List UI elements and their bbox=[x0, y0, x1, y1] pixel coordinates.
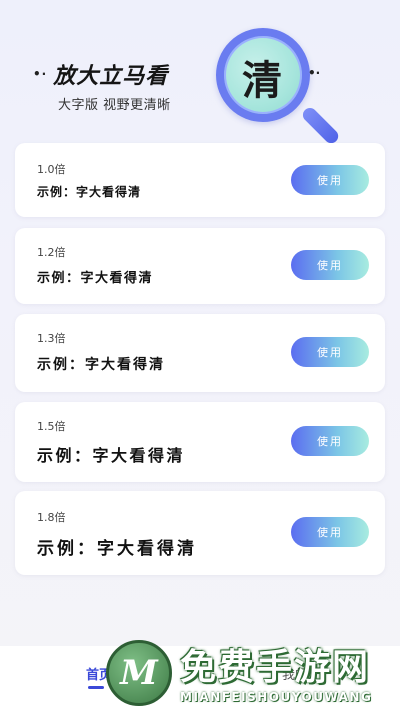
page-subtitle: 大字版 视野更清晰 bbox=[58, 98, 171, 113]
decoration-dots-right-icon: •· bbox=[308, 66, 321, 80]
scale-option-card: 1.8倍 示例：字大看得清 使用 bbox=[15, 491, 385, 575]
tab-active-indicator bbox=[88, 686, 104, 689]
watermark-logo-icon: M bbox=[106, 640, 172, 706]
use-button[interactable]: 使用 bbox=[291, 250, 369, 280]
scale-label: 1.0倍 bbox=[37, 163, 66, 176]
use-button[interactable]: 使用 bbox=[291, 337, 369, 367]
watermark-subtext: MIANFEISHOUYOUWANG bbox=[180, 690, 373, 704]
scale-option-card: 1.0倍 示例：字大看得清 使用 bbox=[15, 143, 385, 217]
scale-example: 示例：字大看得清 bbox=[37, 446, 186, 465]
scale-label: 1.5倍 bbox=[37, 420, 66, 433]
scale-option-card: 1.3倍 示例：字大看得清 使用 bbox=[15, 314, 385, 392]
watermark: M 免费手游网 MIANFEISHOUYOUWANG bbox=[106, 636, 400, 711]
use-button[interactable]: 使用 bbox=[291, 517, 369, 547]
scale-label: 1.2倍 bbox=[37, 246, 66, 259]
watermark-text: 免费手游网 bbox=[180, 647, 371, 688]
scale-example: 示例：字大看得清 bbox=[37, 185, 142, 199]
scale-example: 示例：字大看得清 bbox=[37, 539, 197, 559]
scale-option-card: 1.2倍 示例：字大看得清 使用 bbox=[15, 228, 385, 304]
scale-example: 示例：字大看得清 bbox=[37, 357, 165, 373]
scale-option-card: 1.5倍 示例：字大看得清 使用 bbox=[15, 402, 385, 482]
magnifier-char: 清 bbox=[242, 57, 282, 104]
use-button[interactable]: 使用 bbox=[291, 426, 369, 456]
page-title: 放大立马看 bbox=[53, 64, 169, 89]
decoration-dots-icon: •· bbox=[33, 67, 48, 81]
magnifier-handle bbox=[300, 105, 342, 147]
use-button[interactable]: 使用 bbox=[291, 165, 369, 195]
scale-example: 示例：字大看得清 bbox=[37, 271, 154, 286]
scale-label: 1.3倍 bbox=[37, 332, 66, 345]
scale-label: 1.8倍 bbox=[37, 511, 66, 524]
title-row: •· 放大立马看 bbox=[33, 58, 168, 90]
header-banner: •· 放大立马看 大字版 视野更清晰 清 •· bbox=[0, 0, 400, 147]
